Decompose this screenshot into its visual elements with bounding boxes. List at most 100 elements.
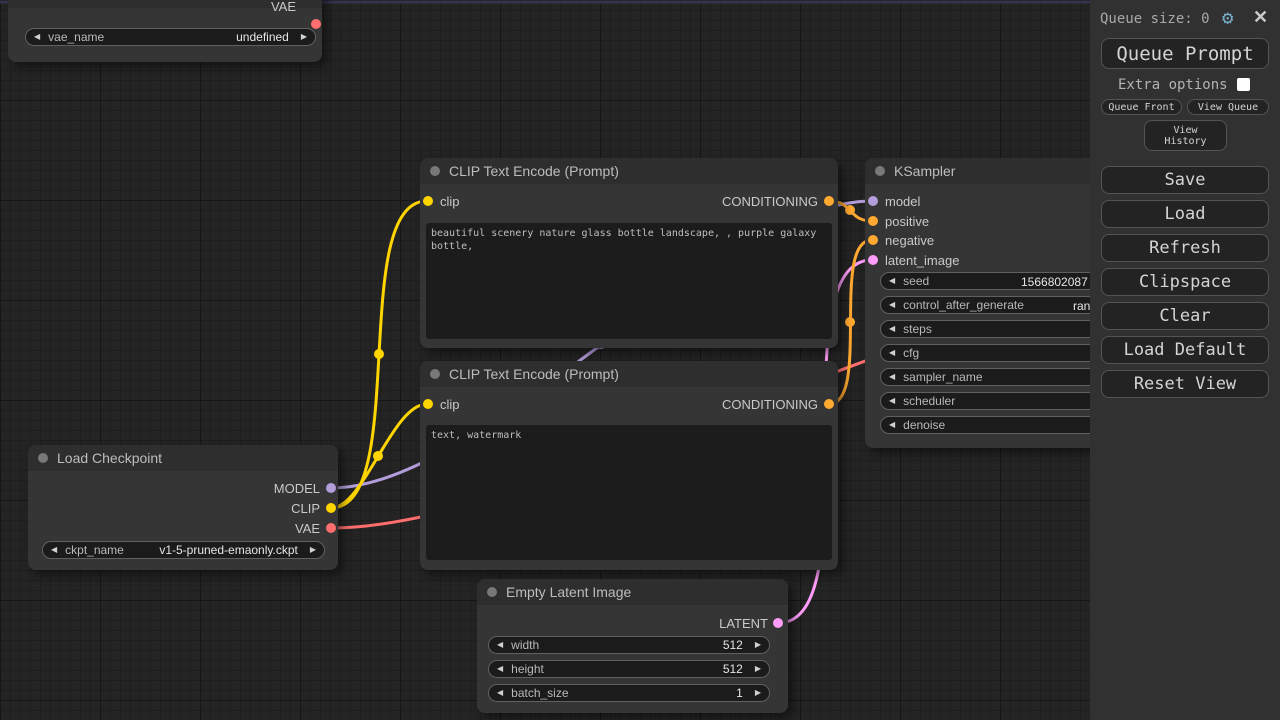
arrow-left-icon[interactable]: ◀	[497, 689, 503, 697]
node-title-bar[interactable]: CLIP Text Encode (Prompt)	[420, 361, 838, 387]
node-title: Load Checkpoint	[57, 450, 162, 466]
vae-name-widget[interactable]: ◀ vae_name undefined ▶	[25, 28, 316, 46]
clip-output-dot[interactable]	[326, 503, 336, 513]
collapse-dot-icon[interactable]	[430, 166, 440, 176]
settings-gear-icon[interactable]: ⚙	[1222, 8, 1233, 29]
clipspace-button[interactable]: Clipspace	[1101, 268, 1269, 296]
arrow-right-icon[interactable]: ▶	[755, 689, 761, 697]
view-history-button[interactable]: View History	[1144, 120, 1227, 151]
node-load-checkpoint[interactable]: Load Checkpoint MODEL CLIP VAE ◀ ckpt_na…	[28, 445, 338, 570]
queue-front-button[interactable]: Queue Front	[1101, 99, 1182, 115]
reset-view-button[interactable]: Reset View	[1101, 370, 1269, 398]
slot-label: clip	[440, 194, 460, 209]
input-slot-clip[interactable]: clip	[423, 195, 460, 207]
ckpt-name-widget[interactable]: ◀ ckpt_name v1-5-pruned-emaonly.ckpt ▶	[42, 541, 325, 559]
height-widget[interactable]: ◀ height 512 ▶	[488, 660, 770, 678]
menu-panel: Queue size: 0 ⚙ ✕ Queue Prompt Extra opt…	[1090, 0, 1280, 720]
refresh-button[interactable]: Refresh	[1101, 234, 1269, 262]
arrow-left-icon[interactable]: ◀	[889, 277, 895, 285]
input-slot-clip[interactable]: clip	[423, 398, 460, 410]
arrow-right-icon[interactable]: ▶	[301, 33, 307, 41]
arrow-left-icon[interactable]: ◀	[497, 665, 503, 673]
slot-label: CLIP	[291, 501, 320, 516]
node-load-vae[interactable]: VAE ◀ vae_name undefined ▶	[8, 0, 322, 62]
extra-options-label: Extra options	[1118, 77, 1228, 93]
output-slot-conditioning[interactable]: CONDITIONING	[722, 398, 818, 410]
slot-label: latent_image	[885, 253, 959, 268]
positive-input-dot[interactable]	[868, 216, 878, 226]
arrow-left-icon[interactable]: ◀	[51, 546, 57, 554]
node-title-bar[interactable]: CLIP Text Encode (Prompt)	[420, 158, 838, 184]
prompt-textarea[interactable]: text, watermark	[426, 425, 832, 560]
widget-value: 1	[736, 686, 743, 700]
input-slot-latent-image[interactable]: latent_image	[868, 254, 959, 266]
node-graph-canvas[interactable]: VAE ◀ vae_name undefined ▶ CLIP Text Enc…	[0, 0, 1280, 720]
vae-output-dot[interactable]	[311, 19, 321, 29]
slot-label: VAE	[271, 0, 296, 14]
arrow-right-icon[interactable]: ▶	[755, 641, 761, 649]
load-default-button[interactable]: Load Default	[1101, 336, 1269, 364]
collapse-dot-icon[interactable]	[38, 453, 48, 463]
clear-button[interactable]: Clear	[1101, 302, 1269, 330]
close-icon[interactable]: ✕	[1253, 7, 1268, 28]
node-title-bar[interactable]: Load Checkpoint	[28, 445, 338, 471]
latent-input-dot[interactable]	[868, 255, 878, 265]
queue-prompt-button[interactable]: Queue Prompt	[1101, 38, 1269, 69]
save-button[interactable]: Save	[1101, 166, 1269, 194]
slot-label: negative	[885, 233, 934, 248]
arrow-left-icon[interactable]: ◀	[889, 421, 895, 429]
clip-input-dot[interactable]	[423, 399, 433, 409]
slot-label: clip	[440, 397, 460, 412]
vae-output-dot[interactable]	[326, 523, 336, 533]
view-queue-button[interactable]: View Queue	[1187, 99, 1269, 115]
node-title-bar[interactable]: Empty Latent Image	[477, 579, 788, 605]
output-slot-vae[interactable]: VAE	[295, 522, 320, 534]
latent-output-dot[interactable]	[773, 618, 783, 628]
widget-value: undefined	[236, 30, 289, 44]
arrow-right-icon[interactable]: ▶	[755, 665, 761, 673]
extra-options-checkbox[interactable]	[1237, 78, 1250, 91]
output-slot-latent[interactable]: LATENT	[719, 617, 768, 629]
input-slot-positive[interactable]: positive	[868, 215, 929, 227]
widget-value: 512	[723, 638, 743, 652]
prompt-textarea[interactable]: beautiful scenery nature glass bottle la…	[426, 223, 832, 339]
input-slot-model[interactable]: model	[868, 195, 920, 207]
arrow-left-icon[interactable]: ◀	[889, 397, 895, 405]
view-history-line2: History	[1164, 136, 1206, 147]
output-slot-vae[interactable]: VAE	[271, 0, 296, 12]
widget-value: 1566802087	[1021, 275, 1088, 289]
collapse-dot-icon[interactable]	[875, 166, 885, 176]
conditioning-output-dot[interactable]	[824, 196, 834, 206]
batch-size-widget[interactable]: ◀ batch_size 1 ▶	[488, 684, 770, 702]
widget-label: batch_size	[511, 686, 568, 700]
arrow-right-icon[interactable]: ▶	[310, 546, 316, 554]
input-slot-negative[interactable]: negative	[868, 234, 934, 246]
collapse-dot-icon[interactable]	[487, 587, 497, 597]
node-title: CLIP Text Encode (Prompt)	[449, 366, 619, 382]
node-clip-text-encode-positive[interactable]: CLIP Text Encode (Prompt) clip CONDITION…	[420, 158, 838, 348]
conditioning-output-dot[interactable]	[824, 399, 834, 409]
arrow-left-icon[interactable]: ◀	[889, 301, 895, 309]
width-widget[interactable]: ◀ width 512 ▶	[488, 636, 770, 654]
node-clip-text-encode-negative[interactable]: CLIP Text Encode (Prompt) clip CONDITION…	[420, 361, 838, 570]
widget-label: ckpt_name	[65, 543, 124, 557]
widget-value: v1-5-pruned-emaonly.ckpt	[159, 543, 298, 557]
node-title: Empty Latent Image	[506, 584, 631, 600]
arrow-left-icon[interactable]: ◀	[889, 349, 895, 357]
load-button[interactable]: Load	[1101, 200, 1269, 228]
slot-label: CONDITIONING	[722, 194, 818, 209]
model-input-dot[interactable]	[868, 196, 878, 206]
output-slot-conditioning[interactable]: CONDITIONING	[722, 195, 818, 207]
arrow-left-icon[interactable]: ◀	[889, 325, 895, 333]
node-empty-latent-image[interactable]: Empty Latent Image LATENT ◀ width 512 ▶ …	[477, 579, 788, 713]
arrow-left-icon[interactable]: ◀	[889, 373, 895, 381]
model-output-dot[interactable]	[326, 483, 336, 493]
negative-input-dot[interactable]	[868, 235, 878, 245]
collapse-dot-icon[interactable]	[430, 369, 440, 379]
arrow-left-icon[interactable]: ◀	[34, 33, 40, 41]
output-slot-clip[interactable]: CLIP	[291, 502, 320, 514]
output-slot-model[interactable]: MODEL	[274, 482, 320, 494]
arrow-left-icon[interactable]: ◀	[497, 641, 503, 649]
clip-input-dot[interactable]	[423, 196, 433, 206]
queue-size-label: Queue size: 0	[1100, 11, 1210, 27]
